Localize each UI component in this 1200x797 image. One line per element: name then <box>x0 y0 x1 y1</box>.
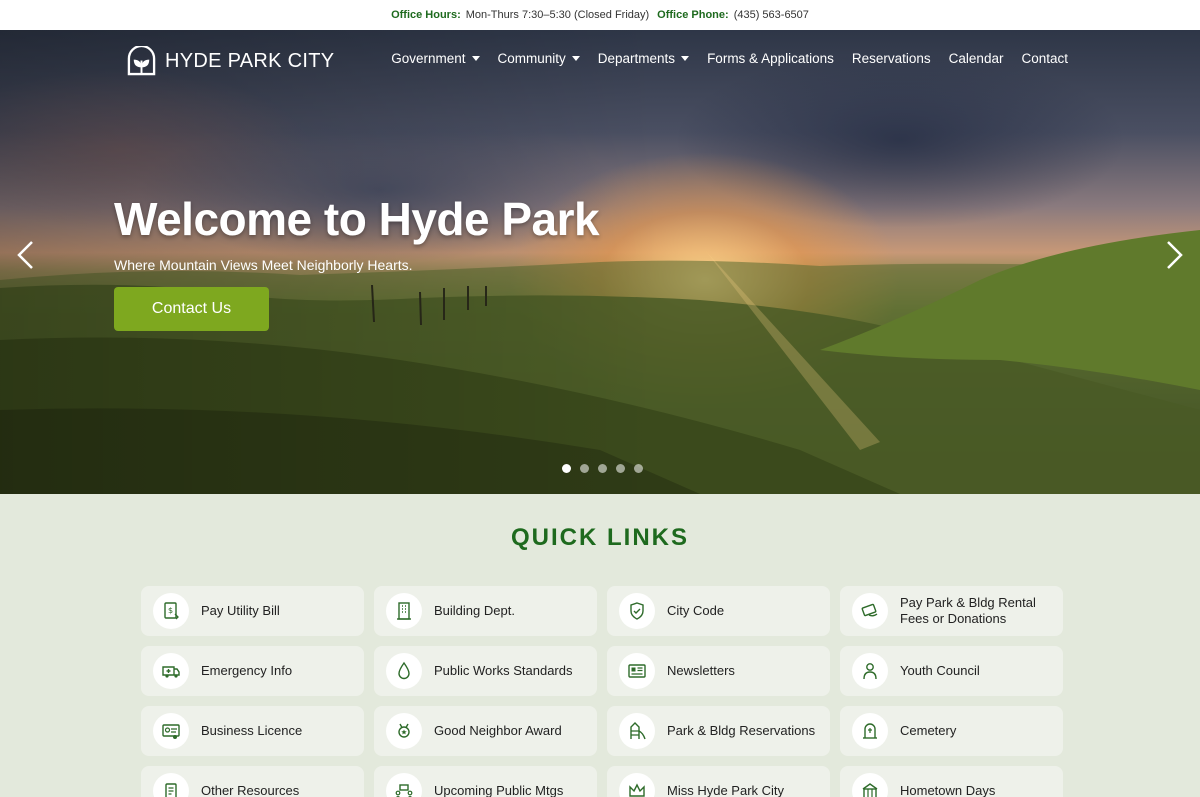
quick-link-other-resources[interactable]: Other Resources <box>141 766 364 797</box>
quick-link-label: Public Works Standards <box>434 663 573 678</box>
office-hours-value: Mon-Thurs 7:30–5:30 (Closed Friday) <box>465 9 650 21</box>
quick-link-label: Cemetery <box>900 723 957 738</box>
quick-link-label: Upcoming Public Mtgs <box>434 783 564 797</box>
quick-link-emergency-info[interactable]: Emergency Info <box>141 646 364 696</box>
quick-link-business-licence[interactable]: Business Licence <box>141 706 364 756</box>
quick-link-miss-hyde-park-city[interactable]: Miss Hyde Park City <box>607 766 830 797</box>
quick-link-label: Park & Bldg Reservations <box>667 723 816 738</box>
office-info-bar: Office Hours: Mon-Thurs 7:30–5:30 (Close… <box>0 0 1200 30</box>
hero-title: Welcome to Hyde Park <box>114 193 600 245</box>
quick-link-youth-council[interactable]: Youth Council <box>840 646 1063 696</box>
quick-link-city-code[interactable]: City Code <box>607 586 830 636</box>
playground-icon <box>619 713 655 749</box>
carnival-icon <box>852 773 888 797</box>
quick-link-label: Pay Park & Bldg Rental Fees or Donations <box>900 595 1036 626</box>
newspaper-icon <box>619 653 655 689</box>
bill-icon: $ <box>153 593 189 629</box>
office-hours: Office Hours: Mon-Thurs 7:30–5:30 (Close… <box>391 9 649 21</box>
quick-link-public-works-standards[interactable]: Public Works Standards <box>374 646 597 696</box>
water-drop-icon <box>386 653 422 689</box>
nav-item-government[interactable]: Government <box>391 51 480 66</box>
meeting-icon <box>386 773 422 797</box>
caret-down-icon <box>471 56 480 61</box>
document-icon <box>153 773 189 797</box>
quick-link-label: Pay Utility Bill <box>201 603 280 618</box>
quick-link-cemetery[interactable]: Cemetery <box>840 706 1063 756</box>
quick-link-label: Emergency Info <box>201 663 293 678</box>
quick-link-newsletters[interactable]: Newsletters <box>607 646 830 696</box>
shield-icon <box>619 593 655 629</box>
nav-item-label: Community <box>497 51 566 66</box>
slide-dot-4[interactable] <box>616 464 625 473</box>
quick-link-label: Youth Council <box>900 663 980 678</box>
quick-link-label: Building Dept. <box>434 603 515 618</box>
headstone-icon <box>852 713 888 749</box>
quick-link-label: Hometown Days <box>900 783 996 797</box>
nav-item-label: Reservations <box>851 51 931 66</box>
chevron-right-icon[interactable] <box>1162 240 1186 270</box>
crown-icon <box>619 773 655 797</box>
contact-us-button[interactable]: Contact Us <box>114 287 269 331</box>
office-phone: Office Phone: (435) 563-6507 <box>657 9 809 21</box>
slide-dot-2[interactable] <box>580 464 589 473</box>
nav-item-forms-applications[interactable]: Forms & Applications <box>707 51 834 66</box>
nav-item-label: Calendar <box>948 51 1004 66</box>
quick-link-good-neighbor-award[interactable]: Good Neighbor Award <box>374 706 597 756</box>
chevron-left-icon[interactable] <box>14 240 38 270</box>
quick-link-pay-rental-fees[interactable]: Pay Park & Bldg Rental Fees or Donations <box>840 586 1063 636</box>
building-icon <box>386 593 422 629</box>
nav-item-departments[interactable]: Departments <box>597 51 690 66</box>
main-nav: Government Community Departments Forms &… <box>391 51 1068 66</box>
slider-pagination <box>562 464 643 473</box>
quick-links-title: QUICK LINKS <box>511 524 689 551</box>
office-phone-value[interactable]: (435) 563-6507 <box>734 9 809 21</box>
award-icon <box>386 713 422 749</box>
caret-down-icon <box>571 56 580 61</box>
svg-text:$: $ <box>168 606 173 615</box>
site-logo[interactable]: HYDE PARK CITY <box>126 46 334 77</box>
ambulance-icon <box>153 653 189 689</box>
quick-link-label: Other Resources <box>201 783 300 797</box>
quick-link-label: City Code <box>667 603 725 618</box>
nav-item-label: Contact <box>1021 51 1068 66</box>
quick-link-pay-utility-bill[interactable]: $ Pay Utility Bill <box>141 586 364 636</box>
quick-link-building-dept[interactable]: Building Dept. <box>374 586 597 636</box>
hero-subtitle: Where Mountain Views Meet Neighborly Hea… <box>114 257 413 273</box>
nav-item-contact[interactable]: Contact <box>1021 51 1068 66</box>
slide-dot-3[interactable] <box>598 464 607 473</box>
quick-link-label: Good Neighbor Award <box>434 723 562 738</box>
quick-links-grid: $ Pay Utility Bill Building Dept. City C… <box>141 586 1063 797</box>
quick-link-label: Miss Hyde Park City <box>667 783 785 797</box>
quick-link-label: Newsletters <box>667 663 735 678</box>
nav-item-community[interactable]: Community <box>498 51 580 66</box>
office-phone-label: Office Phone: <box>657 9 729 21</box>
payment-icon <box>852 593 888 629</box>
leaf-logo-icon <box>127 46 156 76</box>
slide-dot-1[interactable] <box>562 464 571 473</box>
nav-item-label: Government <box>391 51 466 66</box>
nav-item-calendar[interactable]: Calendar <box>949 51 1004 66</box>
office-hours-label: Office Hours: <box>391 9 461 21</box>
slide-dot-5[interactable] <box>634 464 643 473</box>
hero-slider: HYDE PARK CITY Government Community Depa… <box>0 30 1200 494</box>
quick-link-upcoming-public-mtgs[interactable]: Upcoming Public Mtgs <box>374 766 597 797</box>
logo-text: HYDE PARK CITY <box>165 50 335 72</box>
nav-item-reservations[interactable]: Reservations <box>852 51 931 66</box>
nav-item-label: Forms & Applications <box>707 51 834 66</box>
quick-link-park-bldg-reservations[interactable]: Park & Bldg Reservations <box>607 706 830 756</box>
quick-link-label: Business Licence <box>201 723 303 738</box>
license-icon <box>153 713 189 749</box>
nav-item-label: Departments <box>597 51 676 66</box>
quick-link-hometown-days[interactable]: Hometown Days <box>840 766 1063 797</box>
person-icon <box>852 653 888 689</box>
caret-down-icon <box>681 56 690 61</box>
